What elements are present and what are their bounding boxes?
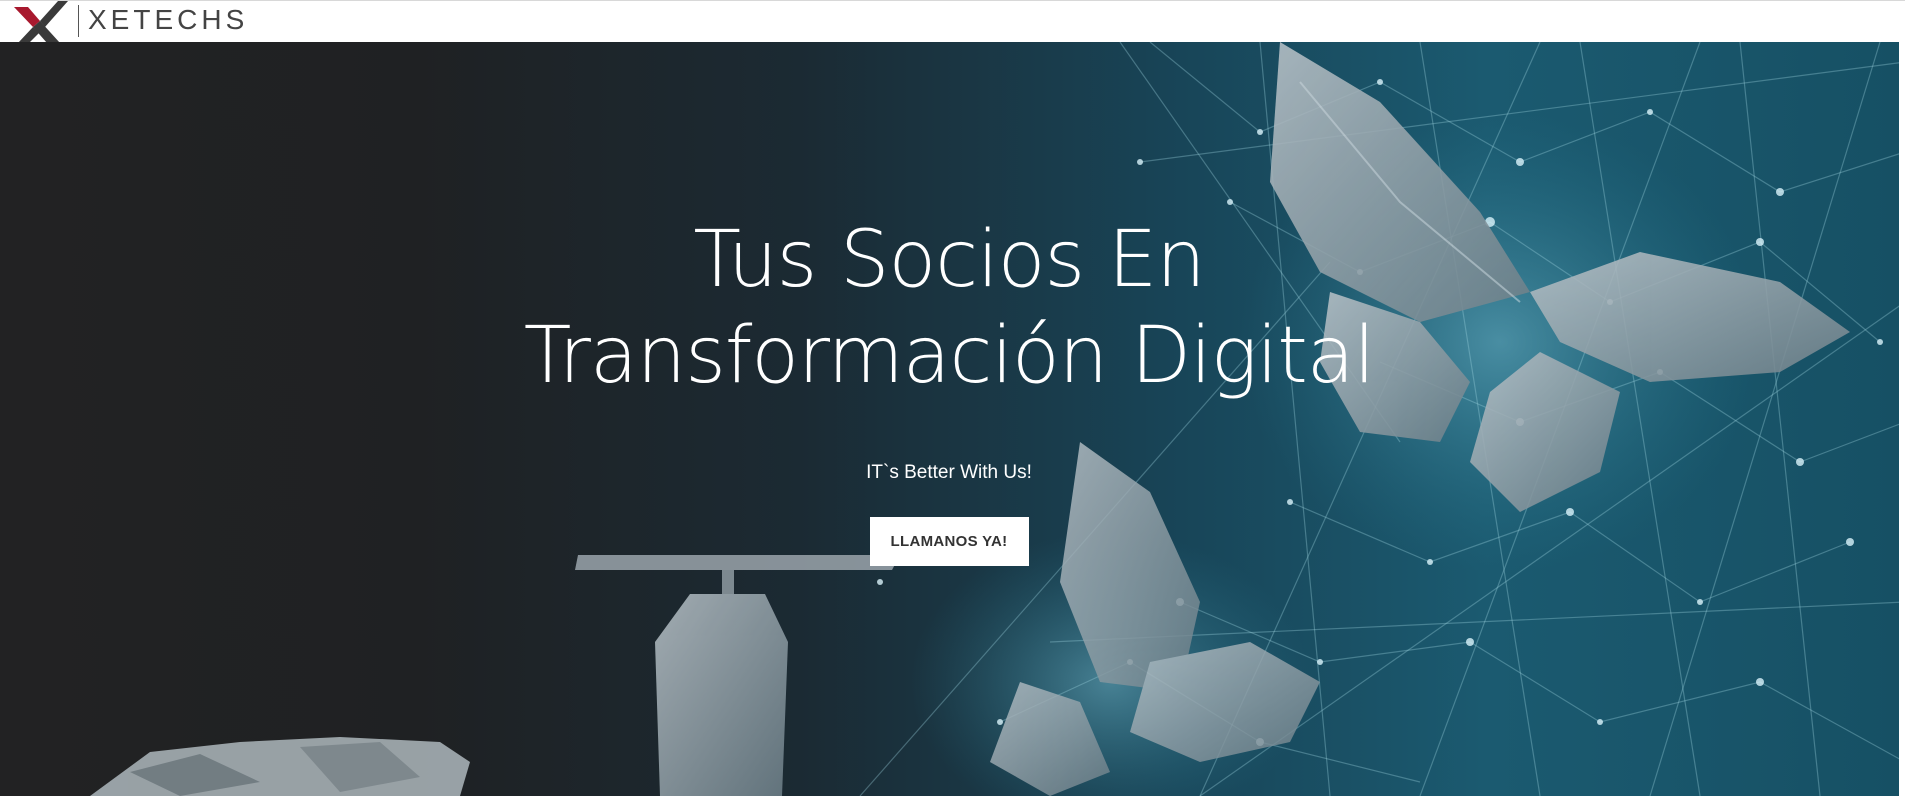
page: XETECHS Tus Socios En Transformación Dig… bbox=[0, 0, 1905, 798]
hero-heading: Tus Socios En Transformación Digital bbox=[449, 212, 1449, 404]
logo-wordmark: XETECHS bbox=[88, 4, 249, 35]
xetechs-logo-icon bbox=[14, 1, 68, 43]
right-edge-scroll-strip bbox=[1899, 42, 1905, 796]
call-us-button[interactable]: LLAMANOS YA! bbox=[869, 517, 1029, 566]
bottom-left-rock bbox=[90, 737, 470, 796]
site-header: XETECHS bbox=[0, 0, 1905, 43]
hero-content: Tus Socios En Transformación Digital IT`… bbox=[449, 212, 1449, 566]
hero-section: Tus Socios En Transformación Digital IT`… bbox=[0, 42, 1905, 796]
pedestal bbox=[575, 555, 900, 796]
logo-divider bbox=[78, 5, 79, 37]
hero-heading-line-2: Transformación Digital bbox=[523, 311, 1376, 401]
hero-subtitle: IT`s Better With Us! bbox=[866, 462, 1032, 483]
logo[interactable]: XETECHS bbox=[14, 1, 248, 43]
hero-heading-line-1: Tus Socios En bbox=[693, 215, 1205, 305]
